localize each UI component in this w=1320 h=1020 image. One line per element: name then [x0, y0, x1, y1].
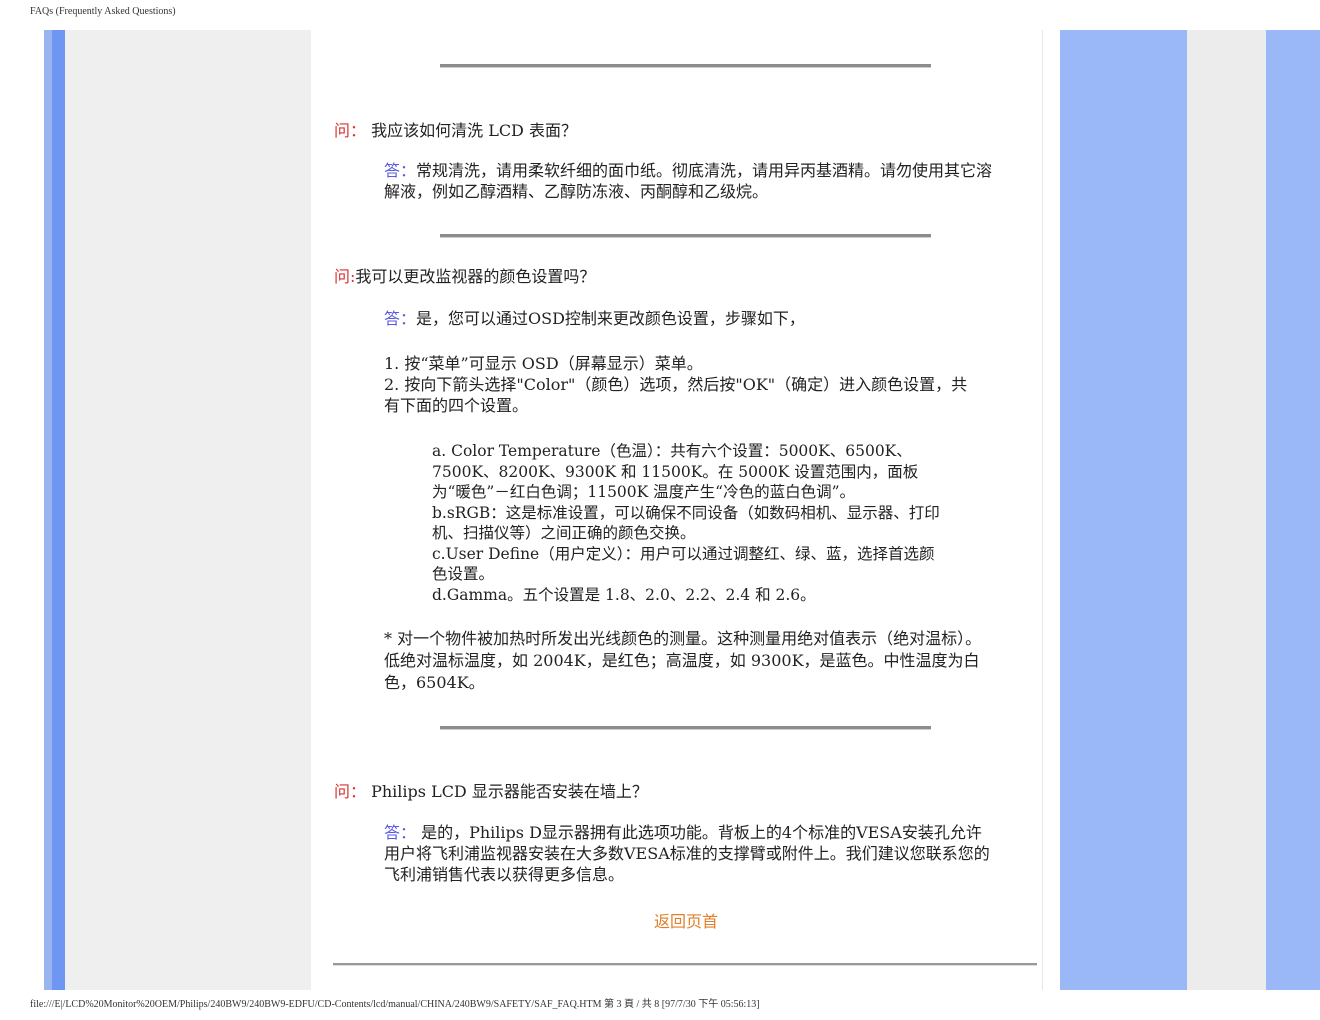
step-item: 2. 按向下箭头选择"Color"（颜色）选项，然后按"OK"（确定）进入颜色设…: [384, 375, 968, 415]
section-divider: [440, 234, 931, 238]
option-item: b.sRGB：这是标准设置，可以确保不同设备（如数码相机、显示器、打印机、扫描仪…: [432, 503, 940, 543]
answer-text: 是，您可以通过OSD控制来更改颜色设置，步骤如下，: [416, 309, 805, 328]
content-edge: [1042, 30, 1043, 990]
left-sidebar-stripe: [44, 30, 52, 990]
option-item: a. Color Temperature（色温）：共有六个设置：5000K、65…: [432, 442, 919, 501]
step-item: 1. 按“菜单”可显示 OSD（屏幕显示）菜单。: [384, 354, 703, 373]
color-temperature-note: * 对一个物件被加热时所发出光线颜色的测量。这种测量用绝对值表示（绝对温标）。低…: [384, 629, 982, 692]
bottom-divider: [333, 963, 1037, 966]
color-steps: 1. 按“菜单”可显示 OSD（屏幕显示）菜单。 2. 按向下箭头选择"Colo…: [384, 353, 974, 416]
question-mark: 问：: [334, 121, 367, 140]
section-divider: [440, 64, 931, 68]
faq-question-1: 问： 我应该如何清洗 LCD 表面？: [334, 117, 577, 141]
back-to-top-link[interactable]: 返回页首: [654, 908, 718, 932]
question-text: 我应该如何清洗 LCD 表面？: [366, 121, 577, 140]
right-sidebar-accent: [1266, 30, 1320, 990]
faq-question-3: 问： Philips LCD 显示器能否安装在墙上？: [334, 778, 648, 802]
left-sidebar-panel: [65, 30, 311, 990]
answer-text: 是的，Philips D显示器拥有此选项功能。背板上的4个标准的VESA安装孔允…: [384, 823, 990, 884]
question-text: Philips LCD 显示器能否安装在墙上？: [366, 782, 648, 801]
option-item: d.Gamma。五个设置是 1.8、2.0、2.2、2.4 和 2.6。: [432, 585, 816, 604]
left-sidebar-accent: [52, 30, 65, 990]
page-footer-path: file:///E|/LCD%20Monitor%20OEM/Philips/2…: [30, 999, 760, 1010]
answer-mark: 答：: [384, 161, 417, 180]
question-text: 我可以更改监视器的颜色设置吗？: [355, 267, 596, 286]
color-options: a. Color Temperature（色温）：共有六个设置：5000K、65…: [432, 441, 942, 605]
right-sidebar-panel: [1187, 30, 1266, 990]
answer-text: 常规清洗，请用柔软纤细的面巾纸。彻底清洗，请用异丙基酒精。请勿使用其它溶解液，例…: [384, 161, 993, 201]
faq-answer-3: 答： 是的，Philips D显示器拥有此选项功能。背板上的4个标准的VESA安…: [384, 822, 994, 885]
right-sidebar-stripe: [1060, 30, 1187, 990]
section-divider: [440, 726, 931, 730]
answer-mark: 答：: [384, 309, 417, 328]
faq-answer-1: 答：常规清洗，请用柔软纤细的面巾纸。彻底清洗，请用异丙基酒精。请勿使用其它溶解液…: [384, 160, 994, 202]
question-mark: 问:: [334, 267, 356, 286]
faq-question-2: 问:我可以更改监视器的颜色设置吗？: [334, 263, 595, 287]
answer-mark: 答：: [384, 823, 417, 842]
faq-answer-2: 答：是，您可以通过OSD控制来更改颜色设置，步骤如下，: [384, 308, 994, 329]
question-mark: 问：: [334, 782, 367, 801]
page-header-title: FAQs (Frequently Asked Questions): [30, 6, 176, 17]
option-item: c.User Define（用户定义）：用户可以通过调整红、绿、蓝，选择首选颜色…: [432, 544, 935, 584]
